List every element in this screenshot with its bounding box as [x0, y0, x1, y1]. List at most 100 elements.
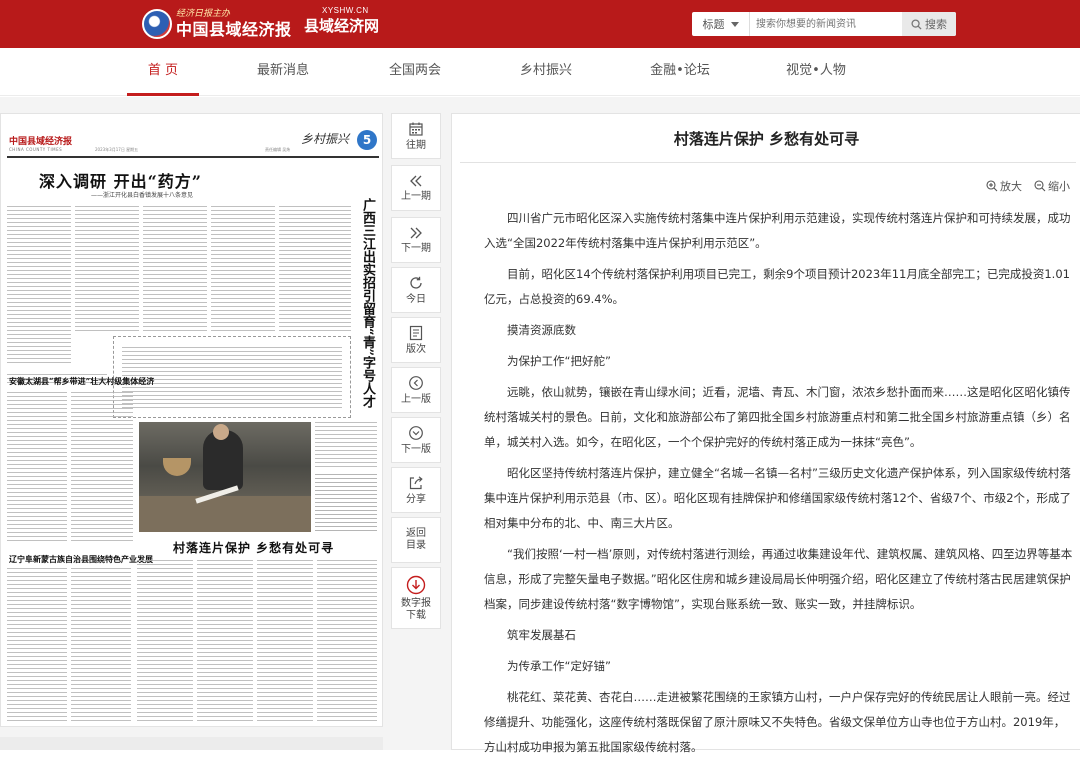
toolbar-editions-button[interactable]: 版次 — [391, 317, 441, 363]
article-panel: 村落连片保护 乡愁有处可寻 放大 缩小 四川省广元市昭化区深入实施传统村落集中连… — [451, 113, 1080, 754]
search-bar: 标题 搜索 — [692, 12, 956, 36]
paper-text-column — [211, 206, 275, 331]
paper-text-column — [315, 422, 377, 470]
paper-photo[interactable] — [139, 422, 311, 532]
logo-emblem-icon — [142, 9, 172, 39]
document-icon — [409, 325, 423, 340]
chevron-down-icon — [730, 21, 739, 27]
zoom-out-icon — [1034, 180, 1046, 192]
secondary-logo[interactable]: XYSHW.CN 县域经济网 — [304, 6, 379, 37]
logo-name: 中国县域经济报 — [176, 20, 292, 39]
paper-story3-title[interactable]: 辽宁阜新蒙古族自治县围绕特色产业发展 — [9, 554, 153, 565]
article-paragraph: 远眺，依山就势，镶嵌在青山绿水间；近看，泥墙、青瓦、木门窗，浓浓乡愁扑面而来……… — [484, 385, 1071, 449]
paper-date: 2023年3月17日 星期五 — [95, 147, 139, 152]
paper-thumbnail-strip — [0, 737, 383, 750]
paper-text-column — [7, 392, 67, 542]
nav-item-rural-revitalization[interactable]: 乡村振兴 — [510, 48, 582, 96]
article-paragraph: 四川省广元市昭化区深入实施传统村落集中连片保护利用示范建设，实现传统村落连片保护… — [484, 211, 1071, 250]
site-logo[interactable]: 经济日报主办 中国县域经济报 — [142, 6, 292, 42]
toolbar-label: 分享 — [406, 493, 426, 505]
nav-item-finance-forum[interactable]: 金融•论坛 — [640, 48, 720, 96]
paper-headline[interactable]: 深入调研 开出“药方” — [39, 168, 202, 192]
nav-item-two-sessions[interactable]: 全国两会 — [379, 48, 451, 96]
article-subheading: 为保护工作“把好舵” — [507, 354, 611, 368]
toolbar-archive-button[interactable]: 往期 — [391, 113, 441, 159]
article-body: 四川省广元市昭化区深入实施传统村落集中连片保护利用示范建设，实现传统村落连片保护… — [484, 206, 1076, 766]
article-title: 村落连片保护 乡愁有处可寻 — [673, 130, 860, 148]
zoom-in-button[interactable]: 放大 — [986, 178, 1022, 194]
toolbar-prev-page-button[interactable]: 上一版 — [391, 367, 441, 413]
download-icon — [406, 575, 426, 594]
toolbar-next-issue-button[interactable]: 下一期 — [391, 217, 441, 263]
calendar-icon — [409, 122, 423, 136]
paper-text-column — [143, 206, 207, 331]
paper-text-column — [7, 568, 67, 724]
paper-photo-story-title[interactable]: 村落连片保护 乡愁有处可寻 — [173, 539, 334, 556]
toolbar-label: 上一期 — [401, 190, 431, 202]
double-chevron-right-icon — [410, 227, 422, 238]
zoom-out-label: 缩小 — [1048, 180, 1070, 193]
article-paragraph: 目前，昭化区14个传统村落保护利用项目已完工，剩余9个项目预计2023年11月底… — [484, 267, 1070, 306]
search-input[interactable] — [750, 12, 902, 36]
refresh-icon — [410, 276, 422, 289]
page-number-badge: 5 — [357, 130, 377, 150]
toolbar-label: 往期 — [406, 139, 426, 151]
article-subheading: 筑牢发展基石 — [507, 628, 576, 642]
paper-vertical-headline[interactable]: 广西三江出实招引留育“青”字号人才 — [357, 198, 375, 408]
logo-sponsor-text: 经济日报主办 — [176, 9, 231, 19]
paper-text-column — [71, 392, 133, 542]
paper-text-column — [257, 560, 313, 724]
double-chevron-left-icon — [410, 175, 422, 186]
paper-text-column — [317, 560, 377, 724]
chevron-circle-down-icon — [409, 425, 423, 440]
secondary-logo-name: 县域经济网 — [304, 17, 380, 35]
article-paragraph: “我们按照‘一村一档’原则，对传统村落进行测绘，再通过收集建设年代、建筑权属、建… — [484, 547, 1073, 611]
paper-editor: 责任编辑 吴炜 — [265, 147, 291, 152]
newspaper-page-image[interactable]: 中国县域经济报 CHINA COUNTY TIMES 2023年3月17日 星期… — [0, 113, 383, 727]
search-type-label: 标题 — [702, 18, 725, 31]
secondary-logo-url: XYSHW.CN — [322, 6, 369, 15]
nav-item-home[interactable]: 首 页 — [127, 48, 199, 96]
paper-photo-caption — [315, 474, 377, 532]
toolbar-today-button[interactable]: 今日 — [391, 267, 441, 313]
article-subheading: 摸清资源底数 — [507, 323, 576, 337]
search-button-label: 搜索 — [925, 18, 947, 31]
paper-story2-title[interactable]: 安徽太湖县“帮乡带进”壮大村级集体经济 — [9, 376, 154, 387]
paper-text-column — [197, 560, 253, 724]
nav-item-latest[interactable]: 最新消息 — [247, 48, 319, 96]
top-header-bar: 经济日报主办 中国县域经济报 XYSHW.CN 县域经济网 标题 搜索 — [0, 0, 1080, 48]
paper-text-column — [279, 206, 351, 331]
article-subheading: 为传承工作“定好锚” — [507, 659, 611, 673]
zoom-in-icon — [986, 180, 998, 192]
toolbar-share-button[interactable]: 分享 — [391, 467, 441, 513]
main-nav: 首 页 最新消息 全国两会 乡村振兴 金融•论坛 视觉•人物 — [0, 48, 1080, 96]
toolbar-back-to-contents-button[interactable]: 返回 目录 — [391, 517, 441, 563]
zoom-in-label: 放大 — [1000, 180, 1022, 193]
toolbar-prev-issue-button[interactable]: 上一期 — [391, 165, 441, 211]
search-icon — [911, 18, 922, 30]
paper-text-column — [7, 206, 71, 366]
search-type-select[interactable]: 标题 — [692, 12, 750, 36]
nav-item-visual-people[interactable]: 视觉•人物 — [776, 48, 856, 96]
article-paragraph: 昭化区坚持传统村落连片保护，建立健全“名城—名镇—名村”三级历史文化遗产保护体系… — [484, 466, 1072, 530]
search-button[interactable]: 搜索 — [902, 12, 956, 36]
paper-text-column — [75, 206, 139, 331]
toolbar-label: 下一版 — [401, 443, 431, 455]
toolbar-next-page-button[interactable]: 下一版 — [391, 417, 441, 463]
toolbar-download-button[interactable]: 数字报 下载 — [391, 567, 441, 629]
paper-section-title: 乡村振兴 — [301, 132, 350, 146]
toolbar-label: 今日 — [406, 293, 426, 305]
paper-headline-sub: ——浙江开化县白香镇发展十八条意见 — [91, 192, 194, 199]
toolbar-label: 数字报 下载 — [401, 597, 431, 621]
paper-text-column — [137, 560, 193, 724]
share-icon — [409, 475, 423, 489]
paper-name: 中国县域经济报 — [9, 137, 73, 147]
chevron-circle-left-icon — [409, 375, 423, 390]
toolbar-label: 版次 — [406, 343, 426, 355]
zoom-out-button[interactable]: 缩小 — [1034, 178, 1070, 194]
article-paragraph: 桃花红、菜花黄、杏花白……走进被繁花围绕的王家镇方山村，一户户保存完好的传统民居… — [484, 690, 1071, 754]
paper-masthead: 中国县域经济报 CHINA COUNTY TIMES 2023年3月17日 星期… — [7, 122, 379, 158]
divider — [460, 162, 1076, 163]
toolbar-label: 返回 目录 — [406, 528, 426, 551]
paper-name-en: CHINA COUNTY TIMES — [9, 147, 63, 152]
